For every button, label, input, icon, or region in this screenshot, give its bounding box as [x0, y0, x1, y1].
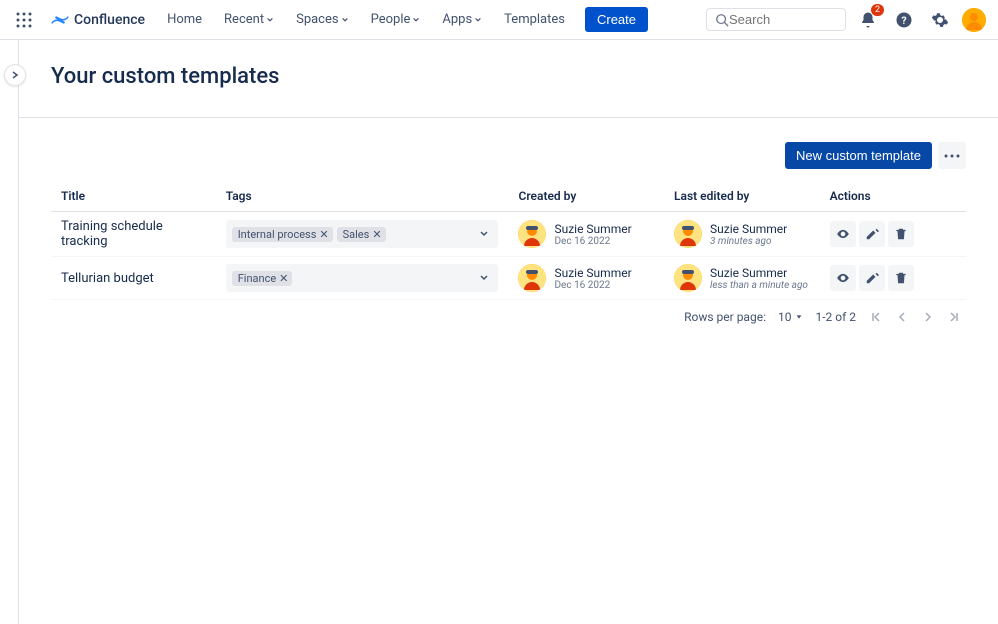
app-switcher-icon[interactable] [12, 8, 36, 32]
more-actions-button[interactable] [938, 142, 966, 169]
notification-badge: 2 [871, 4, 884, 16]
tags-input[interactable]: Internal process✕ Sales✕ [226, 220, 499, 248]
creator-date: Dec 16 2022 [554, 280, 631, 291]
user-avatar-icon [674, 264, 702, 292]
editor-time: less than a minute ago [710, 280, 808, 291]
actions-cell [820, 212, 966, 257]
chevron-down-icon [266, 16, 274, 24]
editor-time: 3 minutes ago [710, 236, 787, 247]
delete-button[interactable] [888, 265, 914, 291]
settings-button[interactable] [926, 6, 954, 34]
created-by-cell: Suzie SummerDec 16 2022 [508, 212, 664, 257]
nav-apps[interactable]: Apps [434, 8, 490, 31]
table-row: Tellurian budgetFinance✕Suzie SummerDec … [51, 257, 966, 300]
main-content: Your custom templates New custom templat… [18, 40, 998, 624]
new-custom-template-button[interactable]: New custom template [785, 142, 932, 169]
last-edited-by-cell: Suzie Summerless than a minute ago [664, 257, 820, 300]
create-button[interactable]: Create [585, 7, 648, 32]
edit-button[interactable] [859, 221, 885, 247]
templates-table: Title Tags Created by Last edited by Act… [51, 181, 966, 300]
help-icon: ? [895, 11, 913, 29]
user-avatar-icon [518, 220, 546, 248]
col-created-by: Created by [508, 181, 664, 212]
search-box[interactable] [706, 8, 846, 31]
tags-cell: Internal process✕ Sales✕ [216, 212, 509, 257]
chevron-down-icon [412, 16, 420, 24]
col-actions: Actions [820, 181, 966, 212]
table-row: Training schedule tracking Internal proce… [51, 212, 966, 257]
help-button[interactable]: ? [890, 6, 918, 34]
pagination-buttons [868, 311, 962, 323]
col-last-edited-by: Last edited by [664, 181, 820, 212]
remove-tag-icon[interactable]: ✕ [279, 272, 288, 285]
remove-tag-icon[interactable]: ✕ [372, 228, 381, 241]
first-page-button[interactable] [868, 311, 884, 323]
rows-per-page-label: Rows per page: [684, 310, 766, 324]
notifications-button[interactable]: 2 [854, 6, 882, 34]
nav-home[interactable]: Home [159, 8, 210, 31]
svg-text:?: ? [901, 13, 906, 26]
next-page-button[interactable] [920, 311, 936, 323]
nav-recent[interactable]: Recent [216, 8, 282, 31]
user-avatar-icon [674, 220, 702, 248]
editor-name: Suzie Summer [710, 222, 787, 236]
view-button[interactable] [830, 221, 856, 247]
actions-cell [820, 257, 966, 300]
tag: Finance✕ [232, 271, 293, 286]
prev-page-button[interactable] [894, 311, 910, 323]
delete-button[interactable] [888, 221, 914, 247]
col-tags: Tags [216, 181, 509, 212]
tag: Sales✕ [337, 227, 386, 242]
tag: Internal process✕ [232, 227, 333, 242]
chevron-right-icon [10, 70, 20, 80]
tags-cell: Finance✕ [216, 257, 509, 300]
view-button[interactable] [830, 265, 856, 291]
expand-sidebar-button[interactable] [4, 64, 26, 86]
remove-tag-icon[interactable]: ✕ [319, 228, 328, 241]
creator-name: Suzie Summer [554, 222, 631, 236]
chevron-down-icon [474, 16, 482, 24]
gear-icon [931, 11, 949, 29]
template-title[interactable]: Training schedule tracking [51, 212, 216, 257]
dropdown-icon [795, 313, 803, 321]
search-icon [715, 13, 729, 27]
nav-left: Confluence Home Recent Spaces People App… [12, 7, 648, 32]
page-actions: New custom template [51, 142, 966, 169]
rows-per-page-select[interactable]: 10 [778, 310, 804, 324]
pagination: Rows per page: 10 1-2 of 2 [51, 300, 966, 334]
avatar-icon [962, 8, 986, 32]
pagination-range: 1-2 of 2 [815, 310, 856, 324]
tags-input[interactable]: Finance✕ [226, 264, 499, 292]
user-avatar[interactable] [962, 8, 986, 32]
page-header: Your custom templates [19, 40, 998, 118]
last-page-button[interactable] [946, 311, 962, 323]
more-icon [944, 154, 960, 158]
user-avatar-icon [518, 264, 546, 292]
page-title: Your custom templates [51, 64, 966, 89]
creator-date: Dec 16 2022 [554, 236, 631, 247]
tags-dropdown-icon[interactable] [476, 273, 492, 283]
nav-right: 2 ? [706, 6, 986, 34]
product-name: Confluence [74, 12, 145, 28]
tags-dropdown-icon[interactable] [476, 229, 492, 239]
last-edited-by-cell: Suzie Summer3 minutes ago [664, 212, 820, 257]
chevron-down-icon [341, 16, 349, 24]
creator-name: Suzie Summer [554, 266, 631, 280]
col-title: Title [51, 181, 216, 212]
edit-button[interactable] [859, 265, 885, 291]
top-navigation: Confluence Home Recent Spaces People App… [0, 0, 998, 40]
editor-name: Suzie Summer [710, 266, 808, 280]
nav-templates[interactable]: Templates [496, 8, 573, 31]
search-input[interactable] [729, 12, 829, 27]
confluence-logo[interactable]: Confluence [50, 10, 145, 30]
nav-people[interactable]: People [363, 8, 429, 31]
nav-spaces[interactable]: Spaces [288, 8, 357, 31]
template-title[interactable]: Tellurian budget [51, 257, 216, 300]
table-header-row: Title Tags Created by Last edited by Act… [51, 181, 966, 212]
created-by-cell: Suzie SummerDec 16 2022 [508, 257, 664, 300]
content-area: New custom template Title Tags Created b… [19, 118, 998, 358]
